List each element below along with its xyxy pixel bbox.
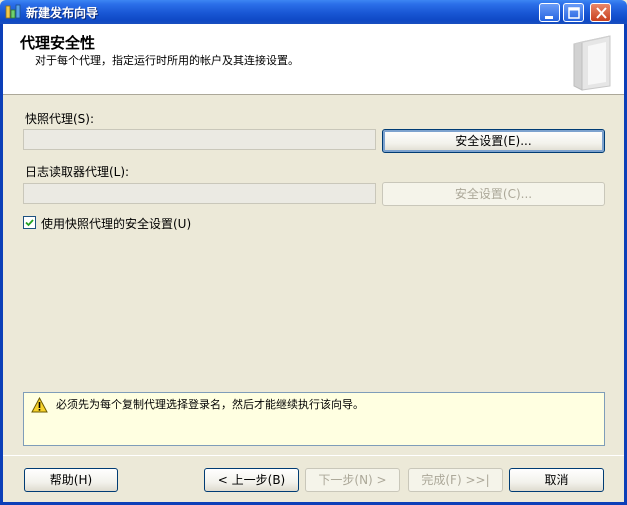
use-snapshot-security-checkbox[interactable] [23, 216, 36, 229]
finish-button[interactable]: 完成(F) >>| [408, 468, 503, 492]
window-title: 新建发布向导 [26, 6, 99, 20]
close-icon [596, 7, 607, 19]
message-box: 必须先为每个复制代理选择登录名，然后才能继续执行该向导。 [23, 392, 605, 446]
snapshot-security-settings-button[interactable]: 安全设置(E)... [382, 129, 605, 153]
help-button[interactable]: 帮助(H) [24, 468, 118, 492]
page-title: 代理安全性 [20, 34, 96, 52]
checkmark-icon [25, 219, 34, 227]
maximize-icon [568, 7, 580, 19]
minimize-icon [545, 16, 553, 19]
logreader-agent-field [23, 183, 376, 204]
server-graphic-icon [573, 35, 611, 91]
snapshot-agent-label: 快照代理(S): [25, 112, 95, 126]
cancel-button[interactable]: 取消 [509, 468, 604, 492]
title-bar[interactable]: 新建发布向导 [0, 0, 627, 24]
wizard-app-icon [5, 4, 21, 19]
snapshot-agent-field [23, 129, 376, 150]
minimize-button[interactable] [539, 3, 560, 22]
next-button[interactable]: 下一步(N) > [305, 468, 400, 492]
maximize-button[interactable] [563, 3, 584, 22]
window-border-left [0, 24, 3, 505]
logreader-security-settings-button[interactable]: 安全设置(C)... [382, 182, 605, 206]
close-button[interactable] [590, 3, 611, 22]
warning-icon [31, 397, 48, 413]
page-description: 对于每个代理，指定运行时所用的帐户及其连接设置。 [35, 54, 299, 67]
message-text: 必须先为每个复制代理选择登录名，然后才能继续执行该向导。 [56, 398, 364, 411]
wizard-window: 新建发布向导 代理安全性 对于每个代理，指定运行时所用的帐户及其连接设置。 快照… [0, 0, 627, 505]
back-button[interactable]: < 上一步(B) [204, 468, 299, 492]
use-snapshot-security-label[interactable]: 使用快照代理的安全设置(U) [41, 215, 191, 232]
wizard-header: 代理安全性 对于每个代理，指定运行时所用的帐户及其连接设置。 [3, 24, 624, 95]
logreader-agent-label: 日志读取器代理(L): [25, 165, 130, 179]
footer-divider [3, 455, 624, 456]
